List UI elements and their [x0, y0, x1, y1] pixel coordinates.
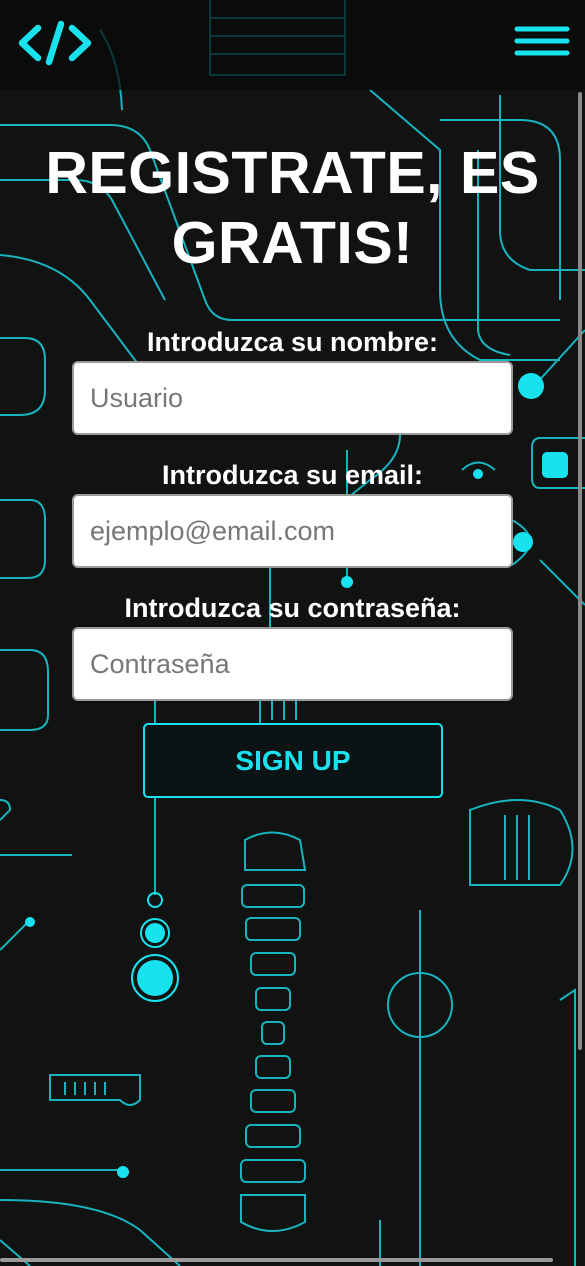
page-title: REGISTRATE, ES GRATIS!	[20, 138, 565, 278]
password-label: Introduzca su contraseña:	[124, 593, 461, 623]
name-input[interactable]	[72, 361, 513, 435]
password-input[interactable]	[72, 627, 513, 701]
horizontal-scrollbar[interactable]	[0, 1258, 553, 1262]
code-brackets-icon[interactable]	[16, 18, 94, 68]
page-title-line2: GRATIS!	[171, 210, 414, 276]
hamburger-menu-icon[interactable]	[512, 22, 572, 62]
email-input[interactable]	[72, 494, 513, 568]
signup-page: REGISTRATE, ES GRATIS! Introduzca su nom…	[0, 0, 585, 1266]
vertical-scrollbar[interactable]	[578, 92, 582, 1050]
sign-up-button[interactable]: SIGN UP	[143, 723, 443, 798]
page-title-line1: REGISTRATE, ES	[45, 140, 540, 206]
email-label: Introduzca su email:	[161, 460, 424, 490]
top-navigation-bar	[0, 0, 585, 90]
name-label: Introduzca su nombre:	[146, 327, 438, 357]
